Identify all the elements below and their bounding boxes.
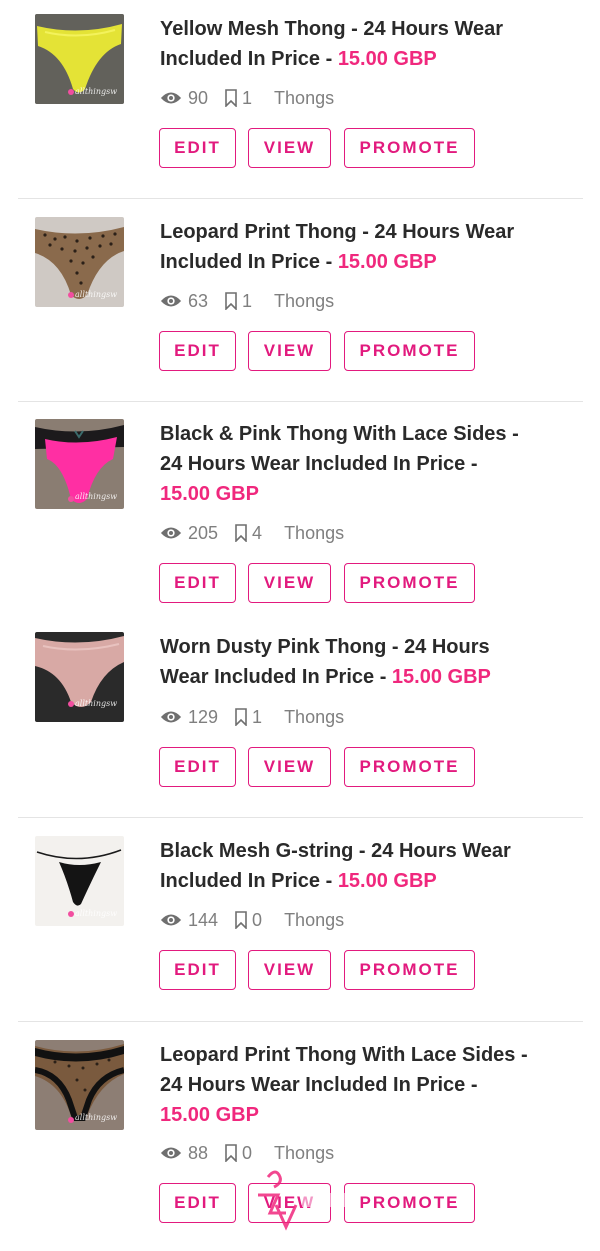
bookmark-icon	[225, 292, 237, 310]
save-count: 1	[242, 290, 253, 311]
promote-button[interactable]: PROMOTE	[344, 950, 475, 990]
eye-icon	[160, 295, 182, 307]
product-thumbnail[interactable]: allthingsw	[35, 14, 124, 104]
view-count: 90	[188, 87, 209, 108]
edit-button[interactable]: EDIT	[159, 747, 236, 787]
edit-button[interactable]: EDIT	[159, 128, 236, 168]
promote-button[interactable]: PROMOTE	[344, 563, 475, 603]
save-count: 1	[242, 87, 253, 108]
view-button[interactable]: VIEW	[248, 1183, 331, 1223]
product-thumbnail[interactable]: allthingsw	[35, 632, 124, 722]
bookmark-icon	[225, 1144, 237, 1162]
category-label[interactable]: Thongs	[274, 291, 334, 312]
promote-button[interactable]: PROMOTE	[344, 128, 475, 168]
eye-icon	[160, 92, 182, 104]
listing-title[interactable]: Yellow Mesh Thong - 24 Hours Wear Includ…	[160, 14, 570, 74]
divider	[18, 1021, 583, 1022]
listing-price: 15.00 GBP	[337, 870, 437, 892]
listing-stats: 63 1 Thongs	[160, 289, 334, 313]
view-count: 88	[188, 1142, 209, 1163]
listing-title[interactable]: Leopard Print Thong With Lace Sides - 24…	[160, 1040, 570, 1130]
listing-title[interactable]: Black & Pink Thong With Lace Sides - 24 …	[160, 419, 570, 509]
edit-button[interactable]: EDIT	[159, 1183, 236, 1223]
watermark-text: allthingsw	[75, 87, 118, 96]
edit-button[interactable]: EDIT	[159, 331, 236, 371]
view-button[interactable]: VIEW	[248, 747, 331, 787]
eye-icon	[160, 711, 182, 723]
edit-button[interactable]: EDIT	[159, 563, 236, 603]
listing-stats: 88 0 Thongs	[160, 1141, 334, 1165]
product-thumbnail[interactable]: allthingsw	[35, 1040, 124, 1130]
listing-stats: 205 4 Thongs	[160, 521, 344, 545]
edit-button[interactable]: EDIT	[159, 950, 236, 990]
category-label[interactable]: Thongs	[274, 1143, 334, 1164]
save-count: 0	[242, 1142, 253, 1163]
view-count: 144	[188, 909, 219, 930]
listing-stats: 90 1 Thongs	[160, 86, 334, 110]
view-button[interactable]: VIEW	[248, 563, 331, 603]
category-label[interactable]: Thongs	[284, 910, 344, 931]
view-count: 129	[188, 706, 219, 727]
listing-title[interactable]: Black Mesh G-string - 24 Hours Wear Incl…	[160, 836, 570, 896]
category-label[interactable]: Thongs	[274, 88, 334, 109]
view-button[interactable]: VIEW	[248, 128, 331, 168]
bookmark-icon	[235, 524, 247, 542]
bookmark-icon	[225, 89, 237, 107]
listing-price: 15.00 GBP	[337, 48, 437, 70]
save-count: 4	[252, 522, 263, 543]
listing-stats: 129 1 Thongs	[160, 705, 344, 729]
bookmark-icon	[235, 911, 247, 929]
view-button[interactable]: VIEW	[248, 331, 331, 371]
eye-icon	[160, 914, 182, 926]
watermark-text: allthingsw	[75, 699, 118, 708]
watermark-text: allthingsw	[75, 290, 118, 299]
listing-title[interactable]: Worn Dusty Pink Thong - 24 Hours Wear In…	[160, 632, 570, 692]
view-button[interactable]: VIEW	[248, 950, 331, 990]
product-thumbnail[interactable]: allthingsw	[35, 217, 124, 307]
promote-button[interactable]: PROMOTE	[344, 747, 475, 787]
product-thumbnail[interactable]: allthingsw	[35, 836, 124, 926]
watermark-text: allthingsw	[75, 492, 118, 501]
listing-stats: 144 0 Thongs	[160, 908, 344, 932]
divider	[18, 401, 583, 402]
promote-button[interactable]: PROMOTE	[344, 1183, 475, 1223]
eye-icon	[160, 1147, 182, 1159]
save-count: 0	[252, 909, 263, 930]
product-thumbnail[interactable]: allthingsw	[35, 419, 124, 509]
watermark-text: allthingsw	[75, 1113, 118, 1122]
save-count: 1	[252, 706, 263, 727]
listing-price: 15.00 GBP	[391, 666, 491, 688]
divider	[18, 817, 583, 818]
eye-icon	[160, 527, 182, 539]
listing-price: 15.00 GBP	[160, 483, 259, 505]
listing-title[interactable]: Leopard Print Thong - 24 Hours Wear Incl…	[160, 217, 570, 277]
category-label[interactable]: Thongs	[284, 523, 344, 544]
bookmark-icon	[235, 708, 247, 726]
divider	[18, 198, 583, 199]
listing-price: 15.00 GBP	[337, 251, 437, 273]
category-label[interactable]: Thongs	[284, 707, 344, 728]
listing-price: 15.00 GBP	[160, 1104, 259, 1126]
view-count: 205	[188, 522, 219, 543]
view-count: 63	[188, 290, 209, 311]
watermark-text: allthingsw	[75, 909, 118, 918]
promote-button[interactable]: PROMOTE	[344, 331, 475, 371]
